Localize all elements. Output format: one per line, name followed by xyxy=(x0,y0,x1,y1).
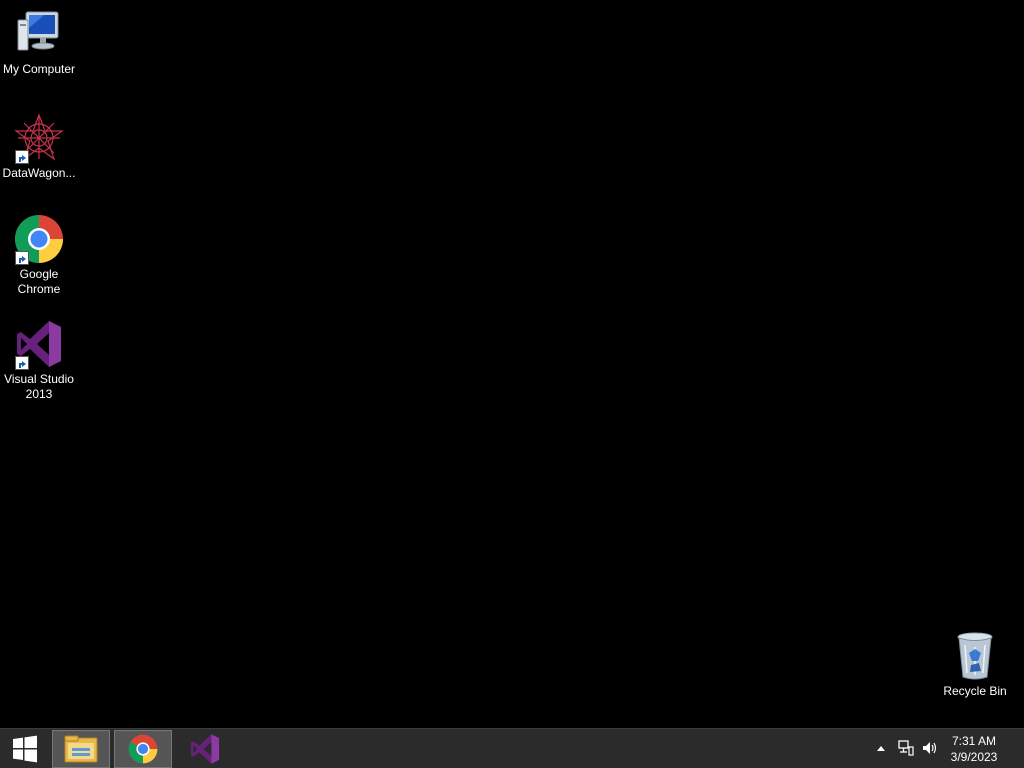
taskbar-button-visual-studio[interactable] xyxy=(176,730,234,768)
network-icon[interactable] xyxy=(896,737,916,759)
computer-icon xyxy=(13,8,65,60)
recycle-bin-icon xyxy=(949,630,1001,682)
desktop-icon-label: Visual Studio 2013 xyxy=(4,372,74,401)
taskbar: 7:31 AM 3/9/2023 xyxy=(0,728,1024,768)
taskbar-button-chrome[interactable] xyxy=(114,730,172,768)
taskbar-clock[interactable]: 7:31 AM 3/9/2023 xyxy=(944,733,1004,765)
desktop-icon-visual-studio-2013[interactable]: Visual Studio 2013 xyxy=(0,318,78,402)
desktop-icon-google-chrome[interactable]: Google Chrome xyxy=(0,213,78,297)
desktop-icon-label: My Computer xyxy=(2,62,76,76)
windows-logo-icon xyxy=(13,735,37,763)
chrome-icon xyxy=(13,213,65,265)
shortcut-arrow-icon xyxy=(15,150,29,164)
visual-studio-icon xyxy=(13,318,65,370)
clock-time: 7:31 AM xyxy=(951,734,997,748)
desktop[interactable]: My Computer DataWagon... Google Chrome V… xyxy=(0,0,1024,728)
desktop-icon-my-computer[interactable]: My Computer xyxy=(0,8,78,77)
datawagon-icon xyxy=(13,112,65,164)
show-hidden-icons-arrow[interactable] xyxy=(874,737,888,759)
taskbar-button-file-explorer[interactable] xyxy=(52,730,110,768)
desktop-icon-label: Recycle Bin xyxy=(943,684,1007,698)
shortcut-arrow-icon xyxy=(15,251,29,265)
file-explorer-icon xyxy=(64,735,98,763)
desktop-icon-label: DataWagon... xyxy=(2,166,76,180)
volume-icon[interactable] xyxy=(920,737,940,759)
chrome-icon xyxy=(128,734,158,764)
shortcut-arrow-icon xyxy=(15,356,29,370)
desktop-icon-recycle-bin[interactable]: Recycle Bin xyxy=(936,630,1014,699)
clock-date: 3/9/2023 xyxy=(950,750,998,764)
desktop-icon-label: Google Chrome xyxy=(17,267,61,296)
visual-studio-icon xyxy=(190,734,220,764)
start-button[interactable] xyxy=(0,730,50,768)
desktop-icon-datawagon[interactable]: DataWagon... xyxy=(0,112,78,181)
